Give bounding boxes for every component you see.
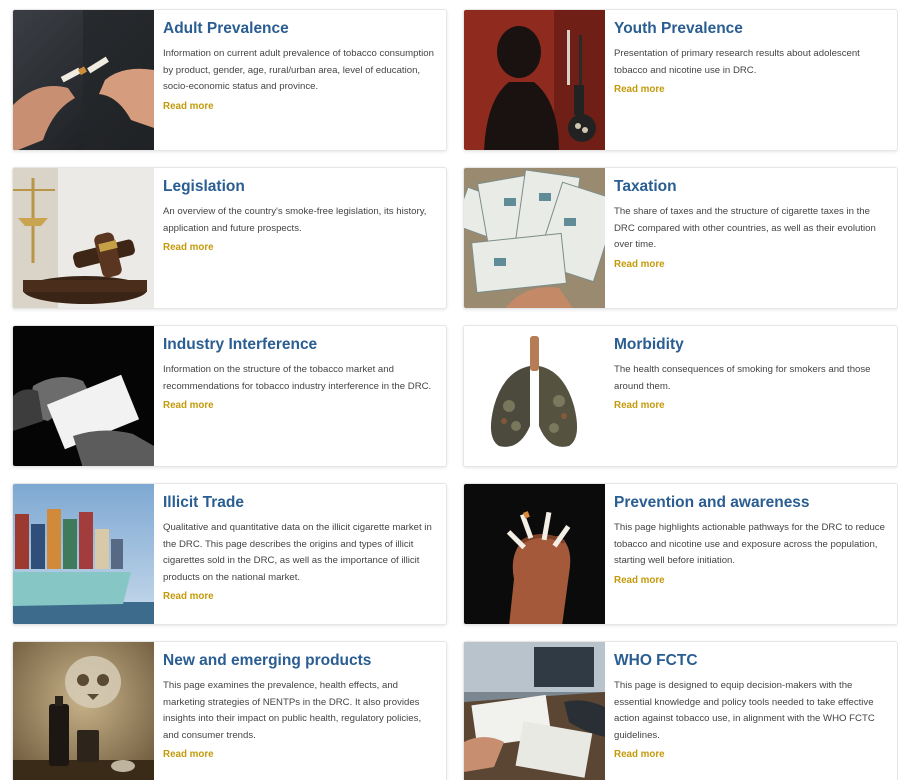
read-more-link[interactable]: Read more [163,101,214,112]
card-morbidity[interactable]: Morbidity The health consequences of smo… [463,325,898,467]
card-description: Qualitative and quantitative data on the… [163,522,432,583]
card-youth-prevalence[interactable]: Youth Prevalence Presentation of primary… [463,9,898,151]
banknotes-image [464,168,605,308]
card-legislation[interactable]: Legislation An overview of the country's… [12,167,447,309]
card-description: This page highlights actionable pathways… [614,522,885,567]
vape-skull-smoke-image [13,642,154,780]
meeting-documents-image [464,642,605,780]
card-title[interactable]: Industry Interference [163,335,438,355]
card-description: Information on current adult prevalence … [163,48,434,93]
card-description: An overview of the country's smoke-free … [163,206,427,234]
read-more-link[interactable]: Read more [163,400,214,411]
card-description: This page is designed to equip decision-… [614,680,875,741]
container-ship-image [13,484,154,624]
read-more-link[interactable]: Read more [163,242,214,253]
card-title[interactable]: Taxation [614,177,889,197]
card-title[interactable]: Legislation [163,177,438,197]
card-adult-prevalence[interactable]: Adult Prevalence Information on current … [12,9,447,151]
card-prevention-awareness[interactable]: Prevention and awareness This page highl… [463,483,898,625]
read-more-link[interactable]: Read more [614,84,665,95]
card-description: Information on the structure of the toba… [163,364,432,392]
fist-crushing-cigarettes-image [464,484,605,624]
read-more-link[interactable]: Read more [163,591,214,602]
card-title[interactable]: Youth Prevalence [614,19,889,39]
card-industry-interference[interactable]: Industry Interference Information on the… [12,325,447,467]
read-more-link[interactable]: Read more [614,400,665,411]
card-title[interactable]: Illicit Trade [163,493,438,513]
card-illicit-trade[interactable]: Illicit Trade Qualitative and quantitati… [12,483,447,625]
card-description: Presentation of primary research results… [614,48,860,76]
read-more-link[interactable]: Read more [614,749,665,760]
handing-envelope-image [13,326,154,466]
card-description: The health consequences of smoking for s… [614,364,871,392]
read-more-link[interactable]: Read more [614,259,665,270]
card-who-fctc[interactable]: WHO FCTC This page is designed to equip … [463,641,898,780]
read-more-link[interactable]: Read more [163,749,214,760]
card-new-emerging-products[interactable]: New and emerging products This page exam… [12,641,447,780]
youth-silhouette-image [464,10,605,150]
card-title[interactable]: Morbidity [614,335,889,355]
card-description: The share of taxes and the structure of … [614,206,876,251]
card-title[interactable]: Adult Prevalence [163,19,438,39]
card-description: This page examines the prevalence, healt… [163,680,422,741]
card-taxation[interactable]: Taxation The share of taxes and the stru… [463,167,898,309]
gavel-scales-image [13,168,154,308]
breaking-cigarette-image [13,10,154,150]
read-more-link[interactable]: Read more [614,575,665,586]
card-title[interactable]: New and emerging products [163,651,438,671]
damaged-lungs-image [464,326,605,466]
card-title[interactable]: WHO FCTC [614,651,889,671]
card-title[interactable]: Prevention and awareness [614,493,889,513]
